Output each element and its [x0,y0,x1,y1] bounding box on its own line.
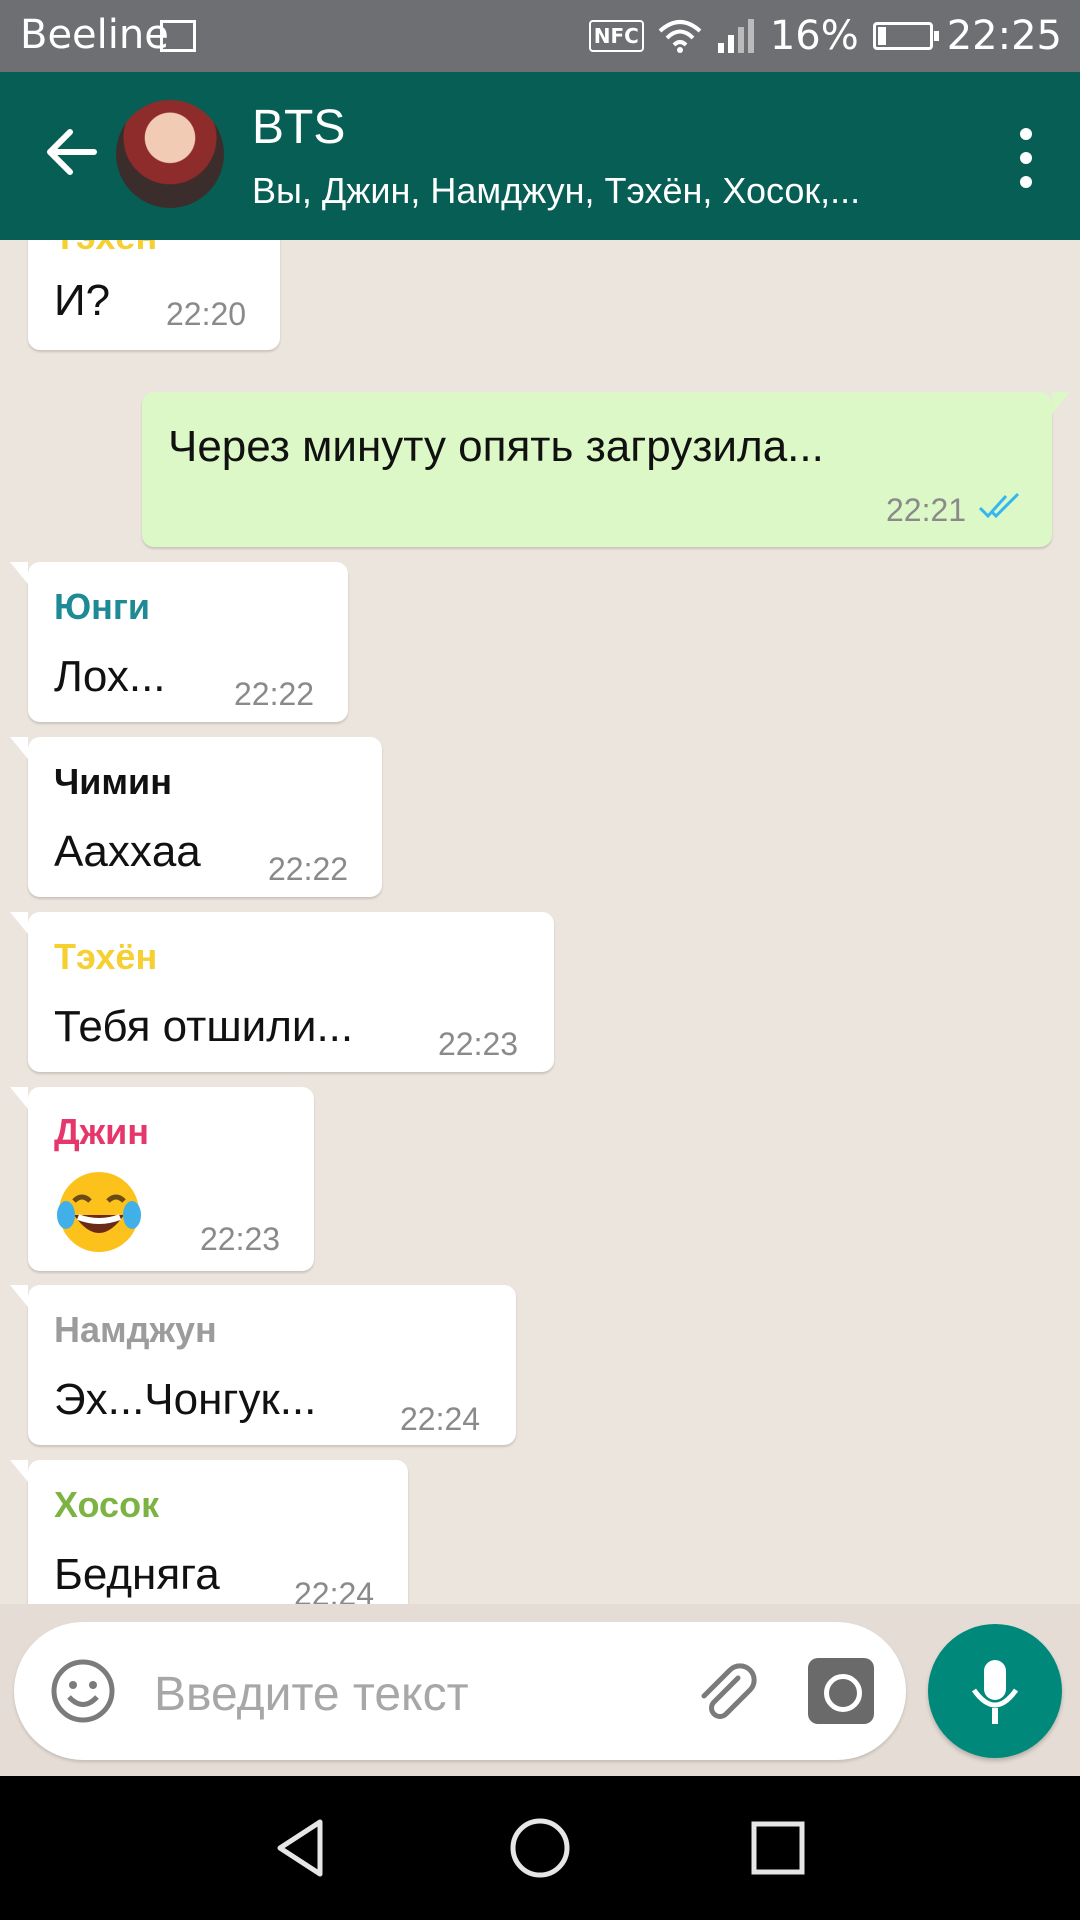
chat-title[interactable]: BTS [252,100,345,155]
message-sender: Джин [54,1111,150,1152]
microphone-icon [971,1660,1019,1724]
message-sender: Намджун [54,1309,217,1350]
message-time: 22:20 [166,296,247,332]
gallery-notification-icon [160,20,196,52]
wifi-icon [658,20,702,53]
chat-header: BTS Вы, Джин, Намджун, Тэхён, Хосок,... [0,72,1080,240]
message-text: Через минуту опять загрузила... [168,422,824,471]
message-time: 22:24 [400,1401,481,1437]
chat-participants[interactable]: Вы, Джин, Намджун, Тэхён, Хосок,... [252,170,912,212]
attachment-icon[interactable] [690,1656,760,1726]
message-text: Эх...Чонгук... [54,1375,317,1424]
message-sender: Тэхён [54,240,157,258]
message-input[interactable] [152,1658,656,1730]
back-arrow-icon[interactable] [40,120,104,184]
status-bar: Beeline NFC 16% 22:25 [0,0,1080,72]
nav-home-icon[interactable] [504,1812,576,1884]
message-time: 22:24 [294,1576,375,1604]
message-sender: Тэхён [54,936,158,977]
message-time: 22:22 [234,676,315,712]
message-bubble[interactable]: Тэхён И? 22:20 [28,240,280,350]
carrier-name: Beeline [20,12,169,58]
message-bubble[interactable]: Чимин Аaxxaa 22:22 [10,737,382,897]
message-sender: Хосок [54,1484,160,1525]
message-bubble-outgoing[interactable]: Через минуту опять загрузила... 22:21 [142,392,1070,547]
message-text: Аaxxaa [54,827,201,876]
system-navigation-bar [0,1776,1080,1920]
message-text: Лох... [54,652,166,701]
clock: 22:25 [946,13,1062,59]
signal-icon [717,19,754,53]
group-avatar[interactable] [116,100,224,208]
message-sender: Юнги [54,586,150,627]
battery-percent: 16% [769,13,859,59]
more-options-icon[interactable] [1014,128,1038,188]
face-with-tears-of-joy-icon [57,1172,141,1252]
message-composer [14,1622,906,1760]
message-time: 22:23 [438,1026,519,1062]
emoji-icon[interactable] [50,1658,116,1724]
message-bubble[interactable]: Джин 22:23 [10,1087,314,1271]
message-time: 22:22 [268,851,349,887]
message-time: 22:21 [886,492,967,528]
battery-icon [872,22,939,50]
message-text: Тебя отшили... [54,1002,354,1051]
microphone-button[interactable] [928,1624,1062,1758]
message-text: Бедняга [54,1550,220,1599]
message-text: И? [54,276,111,325]
message-bubble[interactable]: Тэхён Тебя отшили... 22:23 [10,912,554,1072]
message-sender: Чимин [54,761,172,802]
message-bubble[interactable]: Хосок Бедняга 22:24 [10,1460,408,1604]
nav-recents-icon[interactable] [742,1812,814,1884]
message-bubble[interactable]: Намджун Эх...Чонгук... 22:24 [10,1285,516,1445]
message-time: 22:23 [200,1221,281,1257]
read-receipt-icon [978,492,1020,519]
message-bubble[interactable]: Юнги Лох... 22:22 [10,562,348,722]
camera-icon[interactable] [808,1658,874,1724]
nfc-icon: NFC [588,20,644,52]
message-list[interactable]: Тэхён И? 22:20 Через минуту опять загруз… [0,240,1080,1604]
nav-back-icon[interactable] [264,1812,336,1884]
